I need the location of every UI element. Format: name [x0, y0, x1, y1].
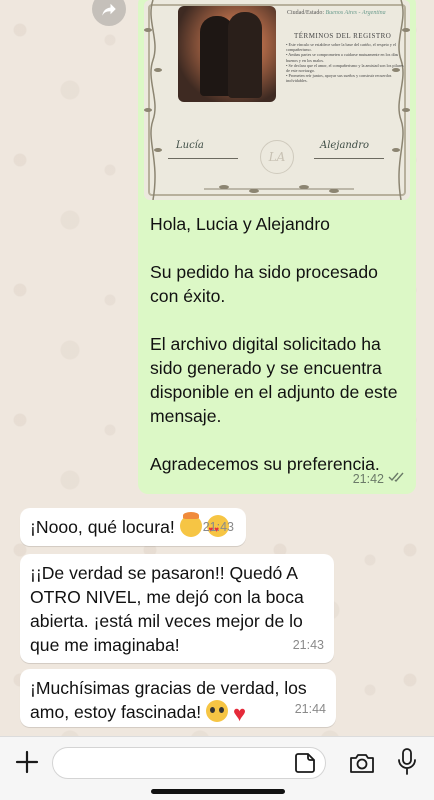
signature-right: Alejandro — [320, 140, 370, 151]
message-meta: 21:42 — [353, 471, 406, 486]
certificate-image[interactable]: Ciudad/Estado: Buenos Aires - Argentina … — [144, 0, 410, 200]
pleading-face-emoji — [206, 700, 229, 722]
certificate-term: Se declara que el amor, el compañerismo … — [286, 63, 404, 73]
incoming-message-bubble[interactable]: ¡Nooo, qué locura! 21:43 — [20, 508, 246, 546]
message-paragraph: Hola, Lucia y Alejandro — [150, 214, 330, 234]
certificate-term: Ambas partes se comprometen a cuidarse m… — [286, 52, 404, 62]
sticker-icon[interactable] — [294, 752, 316, 774]
message-input[interactable] — [52, 747, 326, 779]
leaf-ornament-bottom — [204, 185, 354, 193]
signature-left: Lucía — [176, 140, 204, 151]
message-time: 21:44 — [294, 702, 326, 716]
incoming-message-text: ¡¡De verdad se pasaron!! Quedó A OTRO NI… — [30, 563, 304, 655]
message-paragraph: Su pedido ha sido procesado con éxito. — [150, 262, 378, 306]
certificate-city: Ciudad/Estado: Buenos Aires - Argentina — [287, 10, 386, 16]
vine-ornament-right — [392, 0, 410, 200]
certificate-terms-list: Este vínculo se establece sobre la base … — [286, 42, 404, 84]
message-time: 21:42 — [352, 471, 384, 486]
certificate-terms-title: TÉRMINOS DEL REGISTRO — [294, 32, 392, 40]
microphone-icon[interactable] — [396, 747, 418, 777]
message-paragraph: El archivo digital solicitado ha sido ge… — [150, 334, 398, 426]
outgoing-message-bubble[interactable]: Ciudad/Estado: Buenos Aires - Argentina … — [138, 0, 416, 494]
incoming-message-text: ¡Nooo, qué locura! — [30, 517, 175, 537]
message-time: 21:43 — [292, 638, 324, 652]
certificate-term: Este vínculo se establece sobre la base … — [286, 42, 404, 52]
red-heart-emoji: ♥ — [232, 701, 246, 726]
double-check-icon — [388, 471, 406, 486]
signature-line-left — [168, 158, 238, 159]
couple-photo — [178, 6, 276, 102]
vine-ornament-left — [144, 0, 162, 200]
incoming-message-bubble[interactable]: ¡¡De verdad se pasaron!! Quedó A OTRO NI… — [20, 554, 334, 663]
exploding-head-emoji — [179, 512, 202, 537]
home-indicator — [151, 789, 285, 794]
certificate-monogram: LA — [260, 140, 294, 174]
certificate-term: Prometen reír juntos, apoyar sus sueños … — [286, 73, 404, 83]
incoming-message-bubble[interactable]: ¡Muchísimas gracias de verdad, los amo, … — [20, 669, 336, 727]
message-time: 21:43 — [202, 520, 234, 534]
incoming-message-text: ¡Muchísimas gracias de verdad, los amo, … — [30, 678, 307, 722]
forward-icon — [102, 3, 116, 16]
message-input-bar — [0, 736, 434, 800]
outgoing-message-text: Hola, Lucia y Alejandro Su pedido ha sid… — [144, 200, 410, 476]
plus-icon[interactable] — [12, 747, 42, 777]
camera-icon[interactable] — [348, 749, 376, 777]
signature-line-right — [314, 158, 384, 159]
